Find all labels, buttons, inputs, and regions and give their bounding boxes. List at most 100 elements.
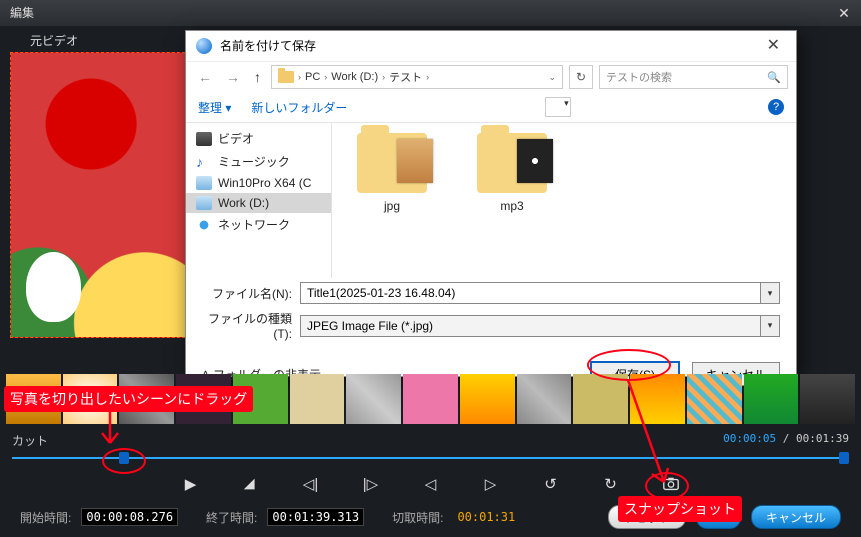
drive-icon: [196, 196, 212, 210]
prev-frame-icon[interactable]: ◁|: [302, 475, 320, 493]
network-icon: [196, 218, 212, 232]
thumb[interactable]: [176, 374, 231, 424]
thumb[interactable]: [233, 374, 288, 424]
folder-thumb: [397, 139, 433, 183]
trim-start-handle[interactable]: [119, 452, 129, 464]
chevron-right-icon: ›: [298, 72, 301, 82]
video-preview: [10, 52, 190, 338]
trim-time-label: 切取時間:: [392, 509, 443, 526]
total-time: 00:01:39: [796, 432, 849, 445]
thumb[interactable]: [630, 374, 685, 424]
thumb[interactable]: [119, 374, 174, 424]
folder-item[interactable]: mp3: [472, 133, 552, 213]
cut-track[interactable]: [12, 452, 849, 464]
step-forward-icon[interactable]: ▷: [482, 475, 500, 493]
editor-close-icon[interactable]: ✕: [835, 4, 853, 22]
refresh-icon[interactable]: ↻: [569, 65, 593, 89]
thumb[interactable]: [403, 374, 458, 424]
folder-tree: ビデオ ♪ミュージック Win10Pro X64 (C Work (D:) ネッ…: [186, 123, 332, 278]
trim-time-value: 00:01:31: [453, 509, 519, 525]
rotate-cw-icon[interactable]: ↻: [602, 475, 620, 493]
thumb[interactable]: [800, 374, 855, 424]
chevron-down-icon[interactable]: ⌄: [548, 72, 556, 83]
chevron-right-icon: ›: [324, 72, 327, 82]
cut-label: カット: [12, 432, 48, 449]
thumbnail-strip[interactable]: [6, 374, 855, 424]
play-icon[interactable]: ▶: [182, 475, 200, 493]
up-icon[interactable]: ↑: [250, 69, 265, 85]
breadcrumb[interactable]: › PC › Work (D:) › テスト › ⌄: [271, 65, 563, 89]
track-line: [12, 457, 849, 459]
search-input[interactable]: テストの検索 🔍: [599, 65, 788, 89]
filetype-label: ファイルの種類(T):: [202, 310, 292, 341]
filename-label: ファイル名(N):: [202, 285, 292, 302]
film-icon: [196, 132, 212, 146]
filename-field[interactable]: Title1(2025-01-23 16.48.04)▾: [300, 282, 780, 304]
view-options[interactable]: [545, 97, 571, 117]
start-time-field[interactable]: 00:00:08.276: [81, 508, 178, 526]
end-time-field[interactable]: 00:01:39.313: [267, 508, 364, 526]
ok-button[interactable]: Ok: [696, 505, 741, 529]
chevron-down-icon[interactable]: ▾: [760, 283, 779, 303]
organize-menu[interactable]: 整理 ▾: [198, 99, 231, 116]
folder-icon: [477, 133, 547, 193]
rotate-ccw-icon[interactable]: ↺: [542, 475, 560, 493]
chevron-right-icon: ›: [426, 72, 429, 82]
next-frame-icon[interactable]: |▷: [362, 475, 380, 493]
thumb[interactable]: [744, 374, 799, 424]
search-icon: 🔍: [767, 71, 781, 84]
step-back-icon[interactable]: ◁: [422, 475, 440, 493]
folder-label: mp3: [500, 199, 523, 213]
folder-icon: [357, 133, 427, 193]
bottom-bar: 開始時間: 00:00:08.276 終了時間: 00:01:39.313 切取…: [0, 503, 861, 531]
dialog-close-icon[interactable]: ✕: [761, 31, 786, 61]
snapshot-icon[interactable]: [662, 475, 680, 493]
back-icon[interactable]: ←: [194, 69, 216, 85]
tree-item-music[interactable]: ♪ミュージック: [186, 150, 331, 173]
chevron-down-icon[interactable]: ▾: [760, 316, 779, 336]
thumb[interactable]: [460, 374, 515, 424]
editor-cancel-button[interactable]: キャンセル: [751, 505, 841, 529]
time-sep: /: [776, 432, 796, 445]
end-time-label: 終了時間:: [206, 509, 257, 526]
tree-item-drive-c[interactable]: Win10Pro X64 (C: [186, 173, 331, 193]
help-icon[interactable]: ?: [768, 99, 784, 115]
breadcrumb-seg[interactable]: Work (D:): [331, 71, 378, 83]
thumb[interactable]: [290, 374, 345, 424]
current-time: 00:00:05: [723, 432, 776, 445]
breadcrumb-seg[interactable]: PC: [305, 71, 320, 83]
tree-item-video[interactable]: ビデオ: [186, 127, 331, 150]
thumb[interactable]: [573, 374, 628, 424]
editor-titlebar: 編集 ✕: [0, 0, 861, 26]
time-display: 00:00:05 / 00:01:39: [723, 432, 849, 445]
playback-controls: ▶ ◁| |▷ ◁ ▷ ↺ ↻: [0, 470, 861, 498]
filetype-field[interactable]: JPEG Image File (*.jpg)▾: [300, 315, 780, 337]
mark-in-icon[interactable]: [242, 475, 260, 493]
save-dialog: 名前を付けて保存 ✕ ← → ↑ › PC › Work (D:) › テスト …: [185, 30, 797, 377]
dialog-titlebar: 名前を付けて保存 ✕: [186, 31, 796, 61]
new-folder-button[interactable]: 新しいフォルダー: [251, 99, 347, 116]
folder-icon: [278, 71, 294, 83]
chevron-right-icon: ›: [382, 72, 385, 82]
reset-button[interactable]: リセット: [608, 505, 686, 529]
folder-item[interactable]: jpg: [352, 133, 432, 213]
editor-title-text: 編集: [10, 6, 34, 20]
folder-pane[interactable]: jpg mp3: [332, 123, 796, 278]
folder-thumb: [517, 139, 553, 183]
thumb[interactable]: [517, 374, 572, 424]
drive-icon: [196, 176, 212, 190]
forward-icon[interactable]: →: [222, 69, 244, 85]
thumb[interactable]: [346, 374, 401, 424]
dialog-nav: ← → ↑ › PC › Work (D:) › テスト › ⌄ ↻ テストの検…: [186, 61, 796, 92]
thumb[interactable]: [687, 374, 742, 424]
tree-item-network[interactable]: ネットワーク: [186, 213, 331, 236]
music-icon: ♪: [196, 155, 212, 169]
video-character: [26, 252, 81, 322]
tree-item-drive-d[interactable]: Work (D:): [186, 193, 331, 213]
folder-label: jpg: [384, 199, 400, 213]
trim-end-handle[interactable]: [839, 452, 849, 464]
start-time-label: 開始時間:: [20, 509, 71, 526]
thumb[interactable]: [63, 374, 118, 424]
thumb[interactable]: [6, 374, 61, 424]
breadcrumb-seg[interactable]: テスト: [389, 69, 422, 85]
